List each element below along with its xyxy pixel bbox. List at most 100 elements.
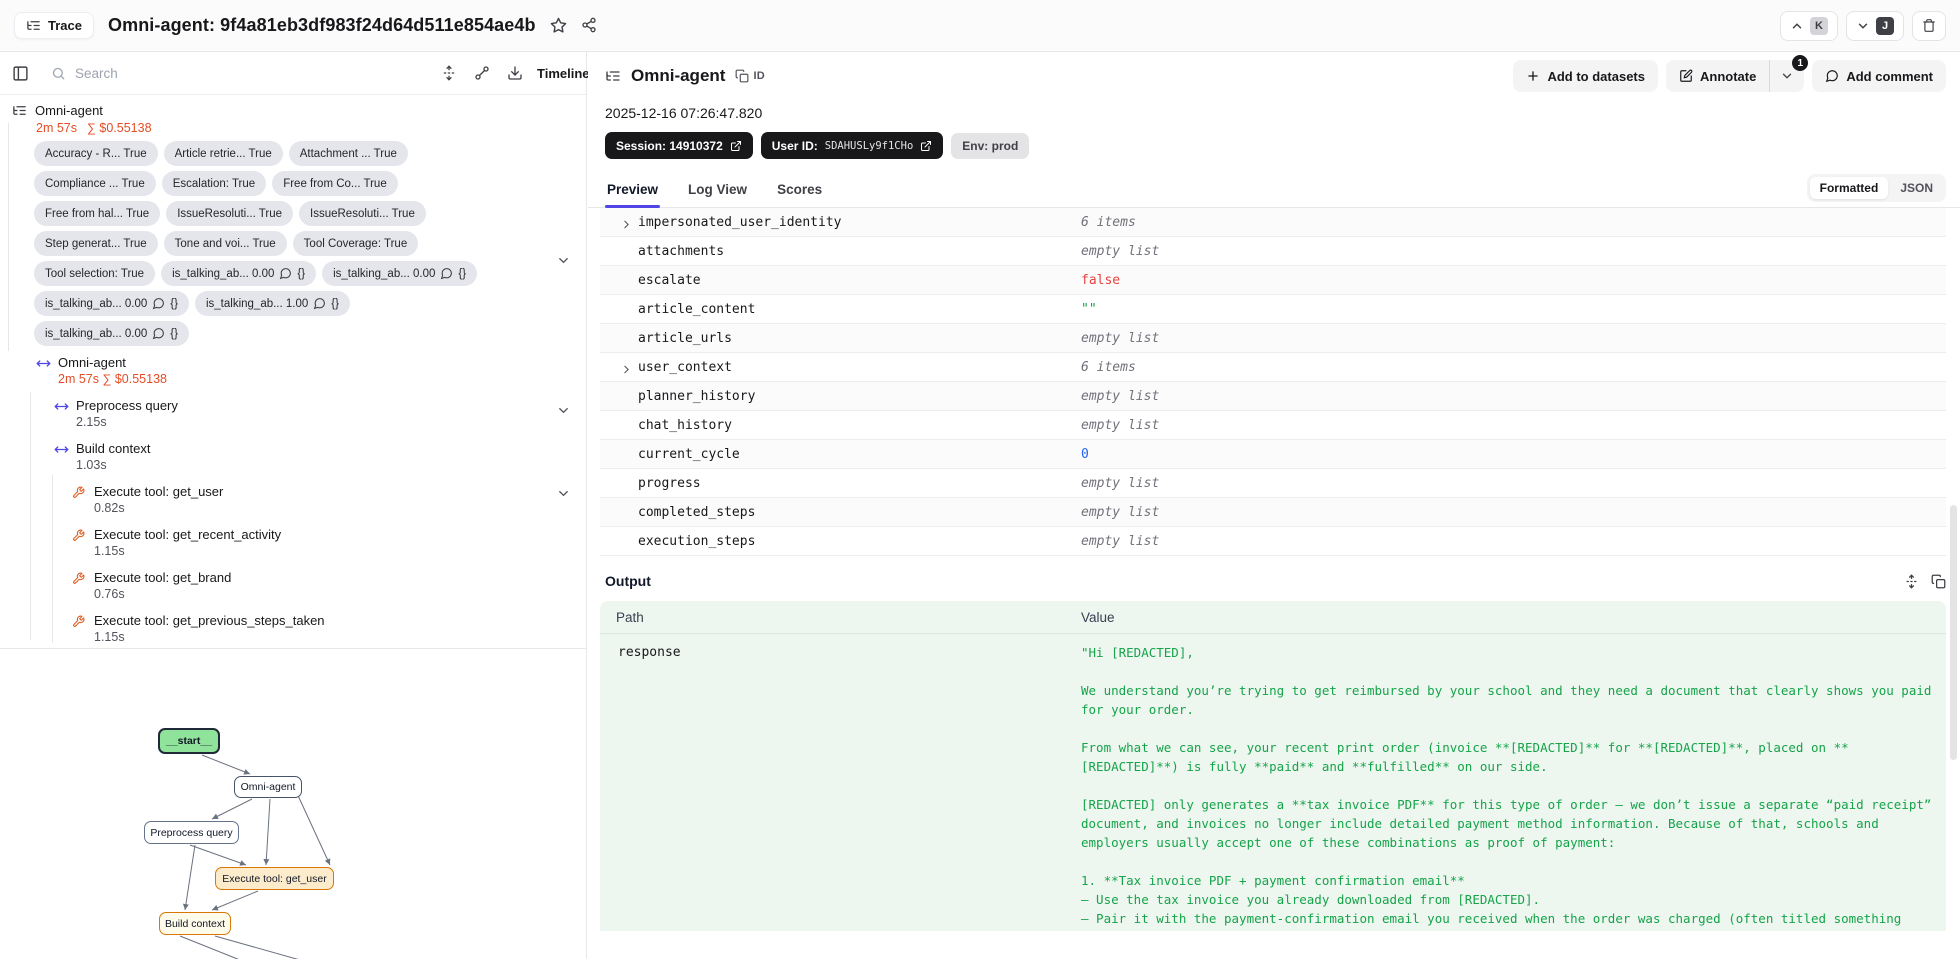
- detail-tabs: Preview Log View Scores Formatted JSON: [588, 171, 1960, 208]
- user-id-badge[interactable]: User ID: SDAHUSLy9f1CHo: [760, 132, 944, 159]
- output-response-row[interactable]: response "Hi [REDACTED], We understand y…: [600, 634, 1946, 931]
- search-box[interactable]: [51, 65, 381, 81]
- graph-node[interactable]: Omni-agent: [234, 776, 302, 798]
- score-chip[interactable]: is_talking_ab... 0.00{}: [34, 321, 189, 346]
- annotate-button[interactable]: Annotate: [1665, 60, 1770, 92]
- add-to-datasets-button[interactable]: Add to datasets: [1513, 60, 1658, 92]
- span-row[interactable]: Execute tool: get_recent_activity 1.15s: [12, 526, 586, 560]
- delete-trace-button[interactable]: [1912, 10, 1946, 41]
- trace-tree-icon: [605, 68, 621, 84]
- annotate-dropdown-button[interactable]: 1: [1770, 55, 1809, 92]
- expand-row-chevron-icon[interactable]: [620, 361, 633, 379]
- trace-badge[interactable]: Trace: [14, 12, 94, 39]
- preview-key: execution_steps: [638, 533, 756, 549]
- add-comment-button[interactable]: Add comment: [1812, 60, 1946, 92]
- preview-row[interactable]: current_cycle 0: [600, 440, 1946, 469]
- span-row[interactable]: Execute tool: get_previous_steps_taken 1.…: [12, 612, 586, 646]
- collapse-row-chevron-icon[interactable]: [556, 402, 571, 420]
- graph-node[interactable]: __start__: [158, 728, 220, 754]
- preview-row[interactable]: impersonated_user_identity 6 items: [600, 208, 1946, 237]
- vertical-scrollbar[interactable]: [1950, 505, 1957, 760]
- preview-row[interactable]: escalate false: [600, 266, 1946, 295]
- timeline-toggle[interactable]: Timeline: [537, 66, 590, 81]
- preview-row[interactable]: execution_steps empty list: [600, 527, 1946, 556]
- span-icon: [54, 403, 69, 410]
- collapse-row-chevron-icon[interactable]: [556, 485, 571, 503]
- score-chip[interactable]: Accuracy - R... True: [34, 141, 158, 166]
- preview-row[interactable]: progress empty list: [600, 469, 1946, 498]
- span-row-root[interactable]: Omni-agent: [12, 101, 586, 119]
- preview-value: empty list: [1081, 475, 1160, 491]
- score-chip[interactable]: Tool Coverage: True: [292, 231, 419, 256]
- prev-trace-button[interactable]: K: [1780, 10, 1838, 41]
- score-chip[interactable]: Article retrie... True: [163, 141, 283, 166]
- span-row[interactable]: Execute tool: get_user 0.82s: [12, 483, 586, 517]
- collapse-row-chevron-icon[interactable]: [556, 252, 571, 270]
- score-chip[interactable]: Attachment ... True: [288, 141, 408, 166]
- score-chip[interactable]: Compliance ... True: [34, 171, 156, 196]
- tab-preview[interactable]: Preview: [605, 182, 661, 208]
- preview-key: user_context: [638, 359, 732, 375]
- preview-value: "": [1081, 301, 1097, 317]
- preview-row[interactable]: user_context 6 items: [600, 353, 1946, 382]
- top-bar: Trace Omni-agent: 9f4a81eb3df983f24d64d5…: [0, 0, 1960, 52]
- span-row[interactable]: Build context 1.03s: [12, 440, 586, 474]
- score-chip[interactable]: is_talking_ab... 1.00{}: [194, 291, 350, 316]
- score-chip[interactable]: is_talking_ab... 0.00{}: [34, 291, 189, 316]
- score-chip[interactable]: is_talking_ab... 0.00{}: [161, 261, 317, 286]
- score-chip[interactable]: Escalation: True: [161, 171, 267, 196]
- preview-value: empty list: [1081, 243, 1160, 259]
- json-toggle[interactable]: JSON: [1890, 177, 1943, 199]
- preview-value: 0: [1081, 446, 1089, 462]
- shortcut-key-k: K: [1810, 16, 1828, 35]
- preview-row[interactable]: completed_steps empty list: [600, 498, 1946, 527]
- expand-output-icon[interactable]: [1904, 573, 1919, 589]
- span-row[interactable]: Preprocess query 2.15s: [12, 397, 586, 431]
- download-icon[interactable]: [507, 65, 523, 81]
- comment-icon: [314, 298, 326, 310]
- session-badge[interactable]: Session: 14910372: [605, 132, 753, 159]
- span-row[interactable]: Omni-agent 2m 57s ∑ $0.55138: [12, 354, 586, 388]
- score-chip[interactable]: IssueResoluti... True: [166, 201, 294, 226]
- score-chip[interactable]: Free from Co... True: [272, 171, 398, 196]
- score-chip[interactable]: is_talking_ab... 0.00{}: [322, 261, 478, 286]
- formatted-toggle[interactable]: Formatted: [1809, 177, 1889, 199]
- graph-edges: [179, 754, 331, 959]
- chevron-up-icon: [1792, 22, 1802, 28]
- score-chip[interactable]: Free from hal... True: [34, 201, 161, 226]
- search-icon: [52, 67, 65, 80]
- preview-row[interactable]: planner_history empty list: [600, 382, 1946, 411]
- score-chip[interactable]: IssueResoluti... True: [299, 201, 426, 226]
- span-list: Omni-agent 2m 57s ∑ $0.55138 Preprocess qu…: [12, 354, 586, 646]
- annotation-count-badge: 1: [1792, 55, 1809, 71]
- comment-icon: [441, 268, 453, 280]
- tab-scores[interactable]: Scores: [775, 182, 824, 207]
- search-input[interactable]: [75, 65, 355, 81]
- preview-value: empty list: [1081, 417, 1160, 433]
- root-metrics: 2m 57s ∑ $0.55138: [36, 119, 586, 137]
- score-chip[interactable]: Tool selection: True: [34, 261, 156, 286]
- preview-row[interactable]: attachments empty list: [600, 237, 1946, 266]
- star-icon[interactable]: [550, 17, 567, 35]
- expand-row-chevron-icon[interactable]: [620, 216, 633, 234]
- preview-row[interactable]: chat_history empty list: [600, 411, 1946, 440]
- collapse-panel-icon[interactable]: [12, 65, 29, 82]
- graph-view-icon[interactable]: [474, 65, 490, 81]
- span-row[interactable]: Execute tool: get_brand 0.76s: [12, 569, 586, 603]
- copy-id-button[interactable]: ID: [735, 69, 765, 83]
- copy-output-icon[interactable]: [1931, 574, 1946, 589]
- comment-icon: [153, 328, 165, 340]
- unfold-all-icon[interactable]: [441, 65, 457, 81]
- preview-key: progress: [638, 475, 701, 491]
- score-chip[interactable]: Tone and voi... True: [163, 231, 287, 256]
- graph-node[interactable]: Execute tool: get_user: [215, 867, 334, 890]
- trace-viewer-app: Trace Omni-agent: 9f4a81eb3df983f24d64d5…: [0, 0, 1960, 959]
- preview-row[interactable]: article_urls empty list: [600, 324, 1946, 353]
- graph-node[interactable]: Build context: [159, 912, 231, 935]
- score-chip[interactable]: Step generat... True: [34, 231, 158, 256]
- next-trace-button[interactable]: J: [1846, 10, 1904, 41]
- tab-log-view[interactable]: Log View: [686, 182, 749, 207]
- share-icon[interactable]: [581, 17, 597, 35]
- graph-node[interactable]: Preprocess query: [144, 821, 239, 844]
- preview-row[interactable]: article_content "": [600, 295, 1946, 324]
